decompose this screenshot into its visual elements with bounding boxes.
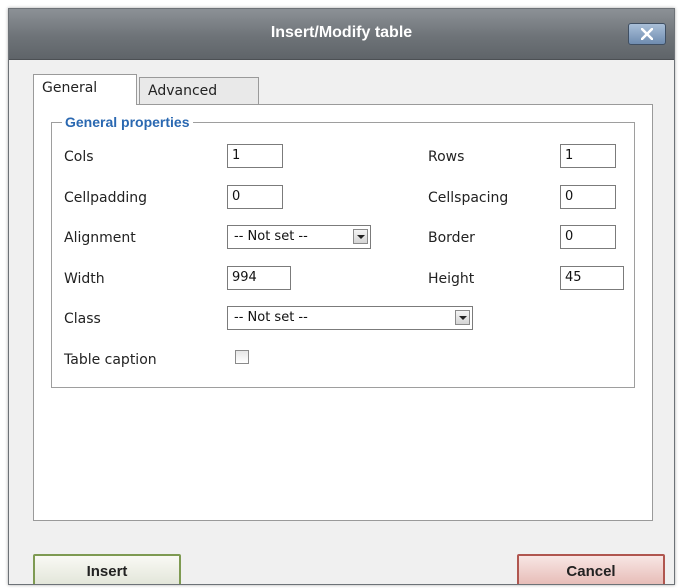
alignment-label: Alignment — [64, 230, 136, 246]
table-caption-label: Table caption — [64, 352, 157, 368]
cellspacing-input[interactable]: 0 — [560, 185, 616, 209]
general-properties-group: General properties Cols 1 Rows 1 Cellpad… — [51, 114, 635, 388]
rows-label: Rows — [428, 149, 465, 165]
cols-input[interactable]: 1 — [227, 144, 283, 168]
class-selected-value: -- Not set -- — [234, 310, 308, 325]
tab-general[interactable]: General — [33, 74, 137, 105]
tab-advanced[interactable]: Advanced — [139, 77, 259, 105]
dialog-title: Insert/Modify table — [270, 24, 413, 41]
general-panel: General properties Cols 1 Rows 1 Cellpad… — [33, 104, 653, 521]
dialog-body: General Advanced General properties Cols… — [9, 60, 674, 584]
rows-input[interactable]: 1 — [560, 144, 616, 168]
close-button[interactable] — [628, 23, 666, 45]
title-bar[interactable]: Insert/Modify table — [9, 9, 674, 60]
chevron-down-icon[interactable] — [353, 229, 368, 244]
class-select[interactable]: -- Not set -- — [227, 306, 473, 330]
alignment-select[interactable]: -- Not set -- — [227, 225, 371, 249]
border-label: Border — [428, 230, 475, 246]
width-input[interactable]: 994 — [227, 266, 291, 290]
alignment-selected-value: -- Not set -- — [234, 229, 308, 244]
chevron-down-icon[interactable] — [455, 310, 470, 325]
cols-label: Cols — [64, 149, 94, 165]
cellpadding-label: Cellpadding — [64, 190, 148, 206]
cellpadding-input[interactable]: 0 — [227, 185, 283, 209]
height-label: Height — [428, 271, 475, 287]
cancel-button[interactable]: Cancel — [517, 554, 665, 584]
border-input[interactable]: 0 — [560, 225, 616, 249]
insert-modify-table-dialog: Insert/Modify table General Advanced Gen… — [8, 8, 675, 585]
insert-button[interactable]: Insert — [33, 554, 181, 584]
class-label: Class — [64, 311, 101, 327]
cellspacing-label: Cellspacing — [428, 190, 509, 206]
group-legend: General properties — [62, 114, 193, 130]
table-caption-checkbox[interactable] — [235, 350, 249, 364]
close-icon — [641, 28, 653, 40]
height-input[interactable]: 45 — [560, 266, 624, 290]
width-label: Width — [64, 271, 105, 287]
